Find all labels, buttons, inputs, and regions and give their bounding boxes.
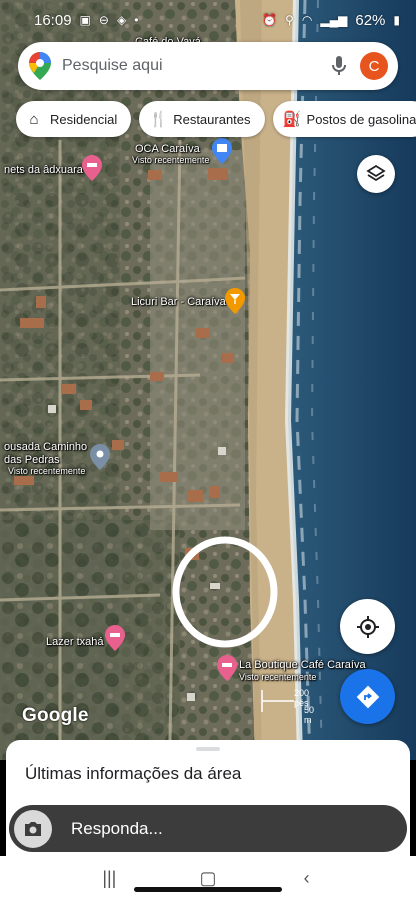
chip-label: Residencial bbox=[50, 111, 118, 127]
fork-knife-icon: 🍴 bbox=[149, 111, 168, 128]
system-nav-bar: ||| ▢ ‹ bbox=[0, 856, 416, 900]
place-label[interactable]: ousada Caminho das Pedras bbox=[4, 441, 87, 467]
bar-marker[interactable] bbox=[225, 288, 245, 319]
directions-button[interactable] bbox=[340, 669, 395, 724]
chip-label: Restaurantes bbox=[173, 111, 251, 127]
avatar[interactable]: C bbox=[360, 52, 388, 80]
layers-icon bbox=[366, 164, 386, 182]
place-subtitle: Visto recentemente bbox=[239, 672, 317, 682]
hotel-marker[interactable] bbox=[105, 625, 125, 656]
search-input[interactable] bbox=[62, 57, 324, 75]
place-label[interactable]: La Boutique Café Caraíva bbox=[239, 659, 366, 672]
gas-station-icon: ⛽ bbox=[282, 111, 302, 128]
alarm-icon: ⏰ bbox=[262, 13, 278, 27]
home-icon: ⌂ bbox=[29, 110, 39, 128]
app-icon: ◈ bbox=[116, 13, 127, 27]
chip-label: Postos de gasolina bbox=[306, 111, 416, 127]
place-subtitle: Visto recentemente bbox=[132, 155, 210, 165]
place-subtitle: Visto recentemente bbox=[8, 466, 86, 476]
camera-icon bbox=[25, 821, 41, 836]
camera-button[interactable] bbox=[14, 809, 52, 848]
sheet-handle[interactable] bbox=[196, 747, 220, 751]
signal-icon: ▂▄▆ bbox=[320, 13, 348, 27]
shop-marker[interactable] bbox=[212, 138, 232, 169]
google-logo: Google bbox=[22, 705, 89, 726]
layers-button[interactable] bbox=[357, 155, 395, 193]
status-bar: 16:09 ▣ ⊖ ◈ • ⏰ ⚲ ◠ ▂▄▆ 62% ▮ bbox=[0, 0, 416, 40]
back-icon[interactable]: ‹ bbox=[287, 868, 327, 889]
my-location-button[interactable] bbox=[340, 599, 395, 654]
place-label[interactable]: Licuri Bar - Caraíva bbox=[131, 296, 226, 309]
chip-residencial[interactable]: ⌂ Residencial bbox=[16, 101, 132, 137]
chip-postos-de-gasolina[interactable]: ⛽ Postos de gasolina bbox=[272, 101, 416, 137]
recent-apps-icon[interactable]: ||| bbox=[89, 868, 129, 889]
hotel-marker[interactable] bbox=[217, 655, 237, 686]
search-bar[interactable]: C bbox=[18, 42, 398, 90]
microphone-icon[interactable] bbox=[324, 56, 354, 76]
home-button-icon[interactable]: ▢ bbox=[188, 868, 228, 889]
reply-input[interactable]: Responda... bbox=[71, 819, 163, 839]
crosshair-icon bbox=[356, 615, 379, 638]
sheet-title: Últimas informações da área bbox=[25, 764, 242, 783]
maps-pin-icon bbox=[18, 52, 62, 80]
location-icon: ⚲ bbox=[285, 13, 294, 27]
scale-meters: 50 m bbox=[304, 705, 315, 725]
chip-restaurantes[interactable]: 🍴 Restaurantes bbox=[139, 101, 265, 137]
hotel-marker[interactable] bbox=[82, 155, 102, 186]
dnd-icon: ⊖ bbox=[98, 13, 109, 27]
battery-text: 62% bbox=[355, 11, 386, 29]
directions-icon bbox=[356, 685, 379, 708]
battery-icon: ▮ bbox=[393, 13, 400, 27]
place-marker[interactable] bbox=[90, 444, 110, 475]
place-label[interactable]: nets da âdxuara bbox=[4, 164, 83, 177]
home-indicator bbox=[134, 887, 282, 892]
dot-icon: • bbox=[134, 13, 139, 27]
reply-bar[interactable]: Responda... bbox=[9, 805, 407, 852]
wifi-icon: ◠ bbox=[301, 13, 313, 27]
notification-icon: ▣ bbox=[79, 13, 91, 27]
category-chips: ⌂ Residencial 🍴 Restaurantes ⛽ Postos de… bbox=[16, 101, 416, 137]
place-label[interactable]: Lazer txahá bbox=[46, 636, 103, 649]
status-time: 16:09 bbox=[34, 11, 72, 29]
